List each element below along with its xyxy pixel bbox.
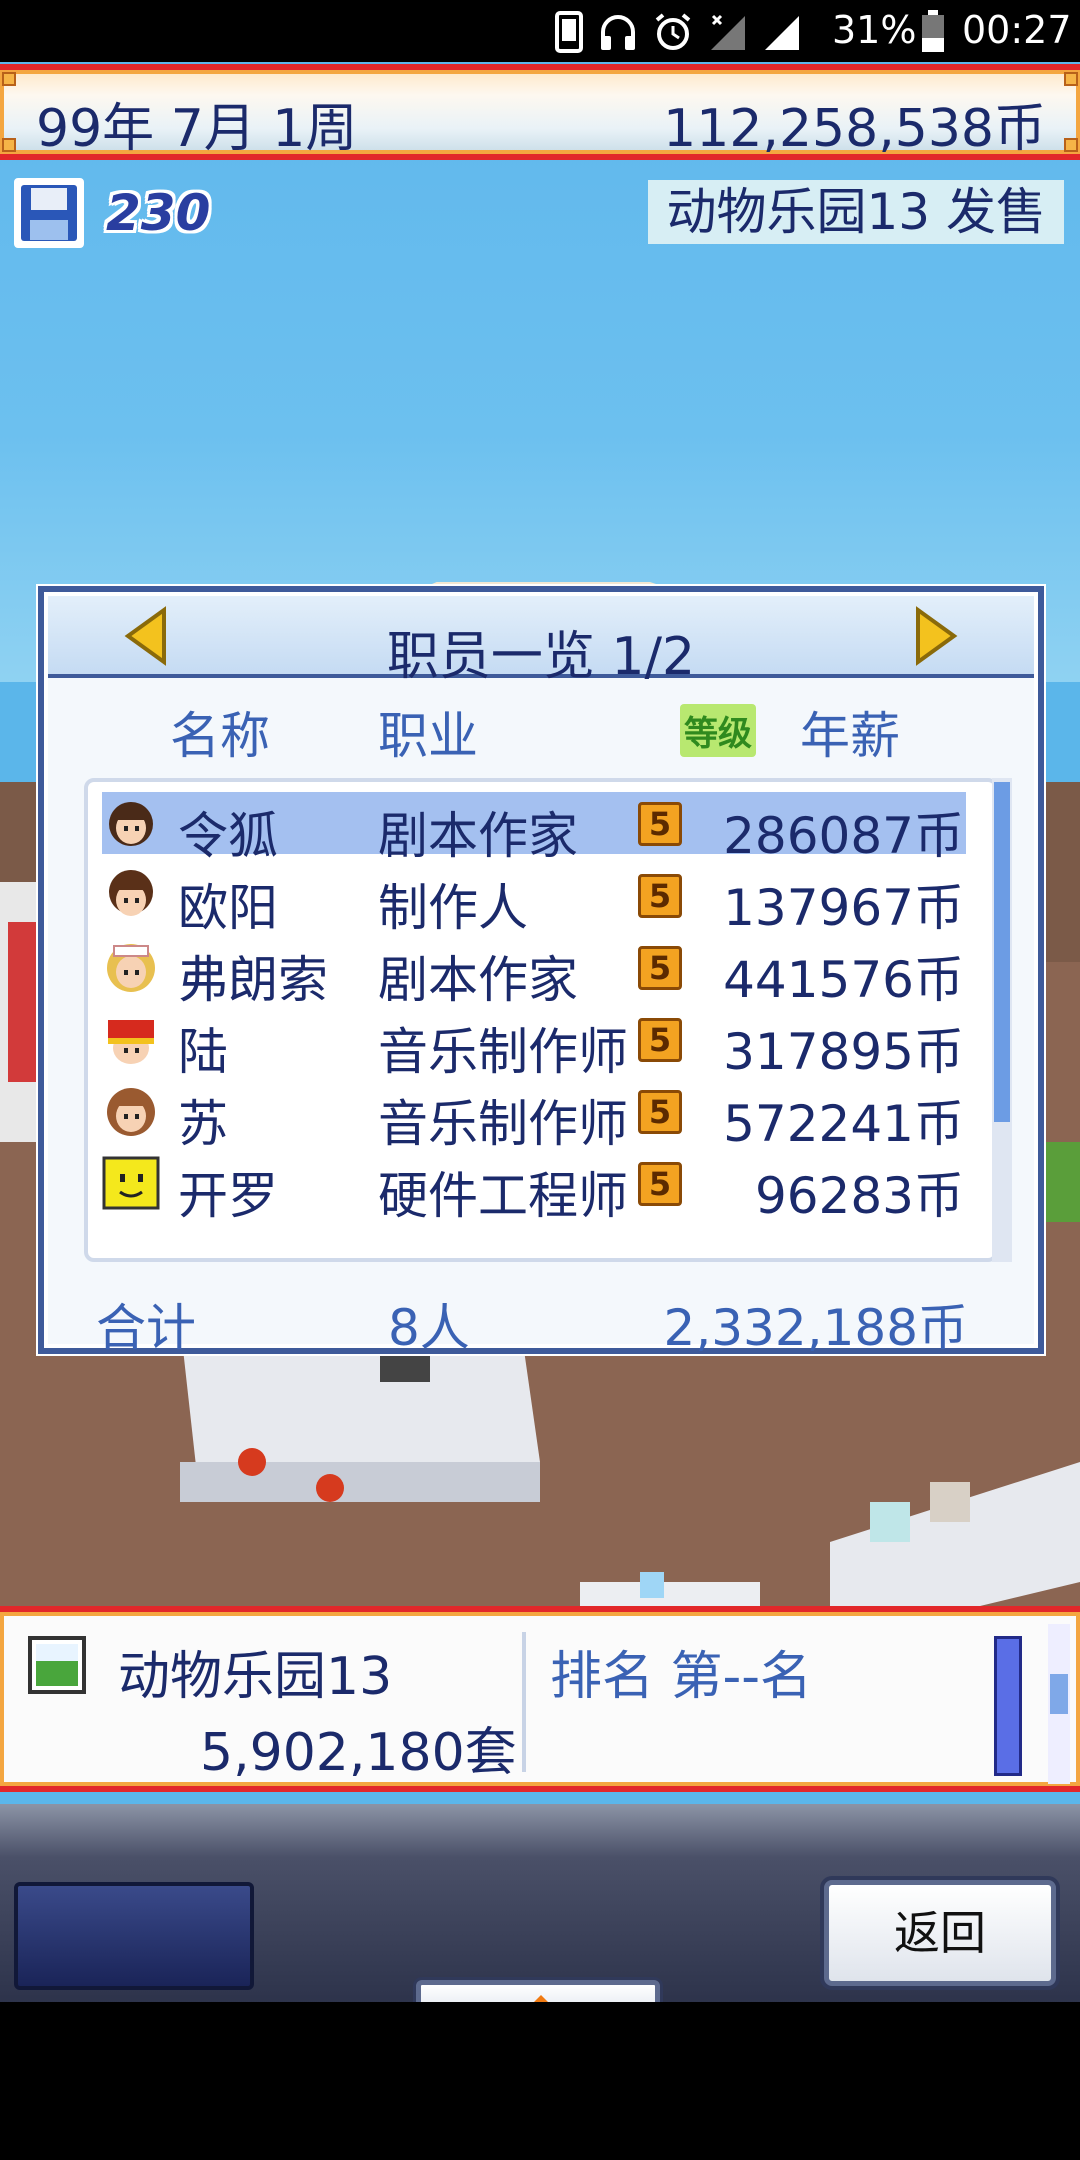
column-header-salary: 年薪: [800, 707, 900, 765]
staff-job: 音乐制作师: [378, 1095, 628, 1153]
clock: 00:27: [962, 8, 1072, 52]
staff-job: 剧本作家: [378, 807, 578, 865]
staff-salary: 286087币: [723, 807, 964, 865]
status-bar: 31% 00:27: [0, 0, 1080, 62]
expand-menu-button[interactable]: [416, 1980, 660, 2002]
staff-job: 硬件工程师: [378, 1167, 628, 1225]
battery-icon: [922, 10, 944, 52]
staff-level-badge: 5: [638, 1162, 682, 1206]
divider: [522, 1632, 526, 1772]
staff-list-dialog: 职员一览 1/2 名称 职业 等级 年薪 令狐 剧本作家 5 286087币 欧…: [38, 586, 1044, 1357]
back-button[interactable]: 返回: [824, 1880, 1056, 1986]
scroll-thumb[interactable]: [1050, 1674, 1068, 1714]
dialog-title: 职员一览 1/2: [386, 627, 696, 687]
staff-level-badge: 5: [638, 946, 682, 990]
bottom-menu-panel: 返回: [0, 1804, 1080, 2002]
corner-ornament: [2, 138, 16, 152]
staff-salary: 96283币: [754, 1167, 964, 1225]
staff-row[interactable]: 令狐 剧本作家 5 286087币: [102, 792, 966, 865]
staff-row[interactable]: 欧阳 制作人 5 137967币: [102, 864, 966, 937]
staff-name: 开罗: [178, 1167, 278, 1225]
staff-portrait-icon: [109, 802, 153, 846]
staff-row[interactable]: 开罗 硬件工程师 5 96283币: [102, 1152, 966, 1225]
staff-portrait-icon: [107, 1088, 155, 1136]
total-label: 合计: [96, 1299, 196, 1357]
staff-job: 剧本作家: [378, 951, 578, 1009]
release-banner: 动物乐园13 发售: [648, 180, 1064, 244]
staff-row[interactable]: 弗朗索 剧本作家 5 441576币: [102, 936, 966, 1009]
game-screen: 99年 7月 1周 112,258,538币 230 动物乐园13 发售 职员一…: [0, 62, 1080, 2002]
column-header-grade: 等级: [680, 704, 756, 757]
staff-name: 令狐: [178, 807, 278, 865]
scroll-thumb[interactable]: [994, 782, 1010, 1122]
phone-vibrate-icon: [555, 11, 583, 53]
staff-list-scrollbar[interactable]: [992, 778, 1012, 1262]
total-count: 8人: [388, 1299, 470, 1357]
top-info-bar: 99年 7月 1周 112,258,538币: [0, 64, 1080, 160]
system-nav-bar: [0, 2010, 1080, 2160]
column-header-name: 名称: [170, 707, 270, 765]
staff-portrait-icon: [108, 1020, 154, 1064]
info-scrollbar[interactable]: [1048, 1624, 1070, 1784]
staff-level-badge: 5: [638, 1018, 682, 1062]
column-header-job: 职业: [378, 707, 478, 765]
game-info-bar: 动物乐园13 5,902,180套 排名 第--名: [0, 1606, 1080, 1792]
rank-bar: [994, 1636, 1022, 1776]
game-rank: 排名 第--名: [550, 1647, 813, 1707]
headphones-icon: [601, 15, 635, 50]
game-cover-icon: [28, 1636, 86, 1694]
next-page-arrow-icon[interactable]: [910, 606, 962, 666]
menu-slot-button[interactable]: [14, 1882, 254, 1990]
staff-level-badge: 5: [638, 802, 682, 846]
money-total: 112,258,538币: [663, 99, 1046, 159]
staff-salary: 572241币: [723, 1095, 964, 1153]
alarm-icon: [655, 13, 691, 50]
game-date: 99年 7月 1周: [36, 99, 358, 159]
floppy-disk-icon: [14, 178, 84, 248]
no-signal-icon: [711, 14, 745, 50]
staff-row[interactable]: 苏 音乐制作师 5 572241币: [102, 1080, 966, 1153]
status-icons: [555, 10, 801, 54]
staff-name: 欧阳: [178, 879, 278, 937]
staff-name: 弗朗索: [178, 951, 328, 1009]
staff-salary: 317895币: [723, 1023, 964, 1081]
staff-portrait-icon: [109, 870, 153, 916]
corner-ornament: [1064, 72, 1078, 86]
up-arrow-icon: [507, 1995, 575, 2002]
game-sales: 5,902,180套: [200, 1723, 517, 1783]
staff-row[interactable]: 陆 音乐制作师 5 317895币: [102, 1008, 966, 1081]
staff-portrait-icon: [102, 1156, 160, 1210]
total-salary: 2,332,188币: [663, 1299, 968, 1357]
corner-ornament: [2, 72, 16, 86]
staff-portrait-icon: [107, 944, 155, 992]
staff-salary: 441576币: [723, 951, 964, 1009]
staff-name: 陆: [178, 1023, 228, 1081]
save-counter[interactable]: 230: [14, 178, 210, 248]
game-title: 动物乐园13: [118, 1647, 393, 1707]
staff-name: 苏: [178, 1095, 228, 1153]
staff-level-badge: 5: [638, 874, 682, 918]
signal-icon: [765, 16, 799, 50]
corner-ornament: [1064, 138, 1078, 152]
staff-level-badge: 5: [638, 1090, 682, 1134]
dialog-header: 职员一览 1/2: [48, 596, 1034, 687]
staff-job: 制作人: [378, 879, 528, 937]
staff-salary: 137967币: [723, 879, 964, 937]
staff-job: 音乐制作师: [378, 1023, 628, 1081]
save-count: 230: [106, 184, 211, 242]
battery-percent: 31%: [832, 8, 917, 52]
